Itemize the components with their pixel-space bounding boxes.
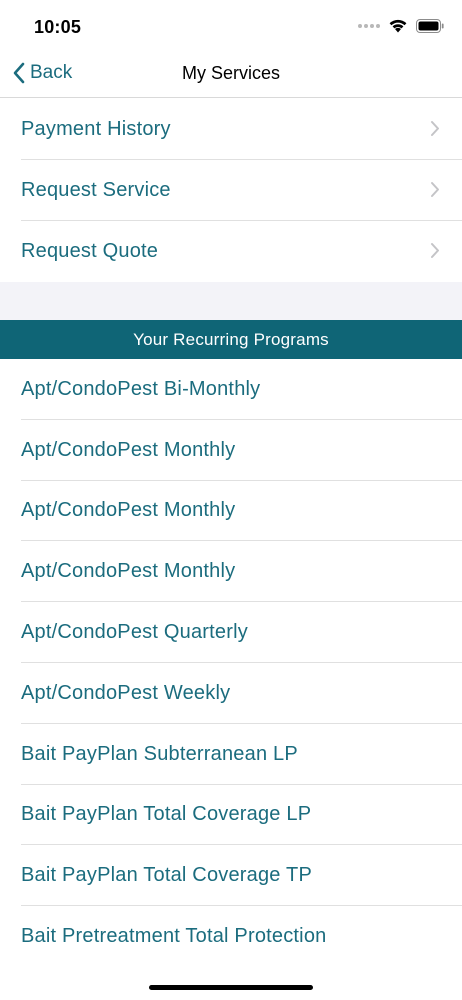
program-label: Bait PayPlan Total Coverage TP bbox=[21, 864, 312, 887]
status-icons bbox=[358, 18, 444, 33]
program-label: Apt/CondoPest Monthly bbox=[21, 499, 236, 522]
section-header-title: Your Recurring Programs bbox=[133, 329, 329, 349]
program-label: Bait Pretreatment Total Protection bbox=[21, 925, 327, 948]
chevron-right-icon bbox=[431, 121, 439, 136]
program-row[interactable]: Apt/CondoPest Quarterly bbox=[0, 602, 462, 663]
program-row[interactable]: Apt/CondoPest Monthly bbox=[0, 420, 462, 481]
program-row[interactable]: Bait PayPlan Total Coverage TP bbox=[0, 845, 462, 906]
program-row[interactable]: Apt/CondoPest Monthly bbox=[0, 541, 462, 602]
battery-icon bbox=[416, 18, 444, 33]
status-time: 10:05 bbox=[34, 17, 82, 37]
program-row[interactable]: Apt/CondoPest Bi-Monthly bbox=[0, 359, 462, 420]
chevron-right-icon bbox=[431, 243, 439, 258]
program-label: Apt/CondoPest Weekly bbox=[21, 681, 231, 704]
navigation-bar: Back My Services bbox=[0, 50, 462, 98]
program-label: Apt/CondoPest Monthly bbox=[21, 560, 236, 583]
menu-item-label: Request Service bbox=[21, 179, 171, 201]
menu-list: Payment History Request Service Request … bbox=[0, 99, 462, 282]
wifi-icon bbox=[389, 19, 407, 33]
recurring-programs-list: Apt/CondoPest Bi-Monthly Apt/CondoPest M… bbox=[0, 359, 462, 967]
program-row[interactable]: Bait PayPlan Total Coverage LP bbox=[0, 785, 462, 846]
program-label: Apt/CondoPest Monthly bbox=[21, 438, 236, 461]
section-spacer bbox=[0, 282, 462, 320]
request-quote-row[interactable]: Request Quote bbox=[0, 221, 462, 282]
menu-item-label: Payment History bbox=[21, 118, 171, 140]
payment-history-row[interactable]: Payment History bbox=[0, 99, 462, 160]
program-row[interactable]: Apt/CondoPest Weekly bbox=[0, 663, 462, 724]
program-label: Apt/CondoPest Bi-Monthly bbox=[21, 377, 261, 400]
status-bar: 10:05 bbox=[0, 0, 462, 50]
chevron-right-icon bbox=[431, 182, 439, 197]
recurring-programs-header: Your Recurring Programs bbox=[0, 320, 462, 359]
program-label: Bait PayPlan Total Coverage LP bbox=[21, 803, 312, 826]
program-label: Apt/CondoPest Quarterly bbox=[21, 621, 248, 644]
page-title: My Services bbox=[181, 63, 280, 83]
signal-icon bbox=[358, 23, 380, 28]
program-label: Bait PayPlan Subterranean LP bbox=[21, 742, 298, 765]
program-row[interactable]: Bait PayPlan Subterranean LP bbox=[0, 724, 462, 785]
menu-item-label: Request Quote bbox=[21, 240, 159, 262]
program-row[interactable]: Bait Pretreatment Total Protection bbox=[0, 906, 462, 967]
home-indicator[interactable] bbox=[149, 985, 313, 990]
request-service-row[interactable]: Request Service bbox=[0, 160, 462, 221]
program-row[interactable]: Apt/CondoPest Monthly bbox=[0, 481, 462, 542]
